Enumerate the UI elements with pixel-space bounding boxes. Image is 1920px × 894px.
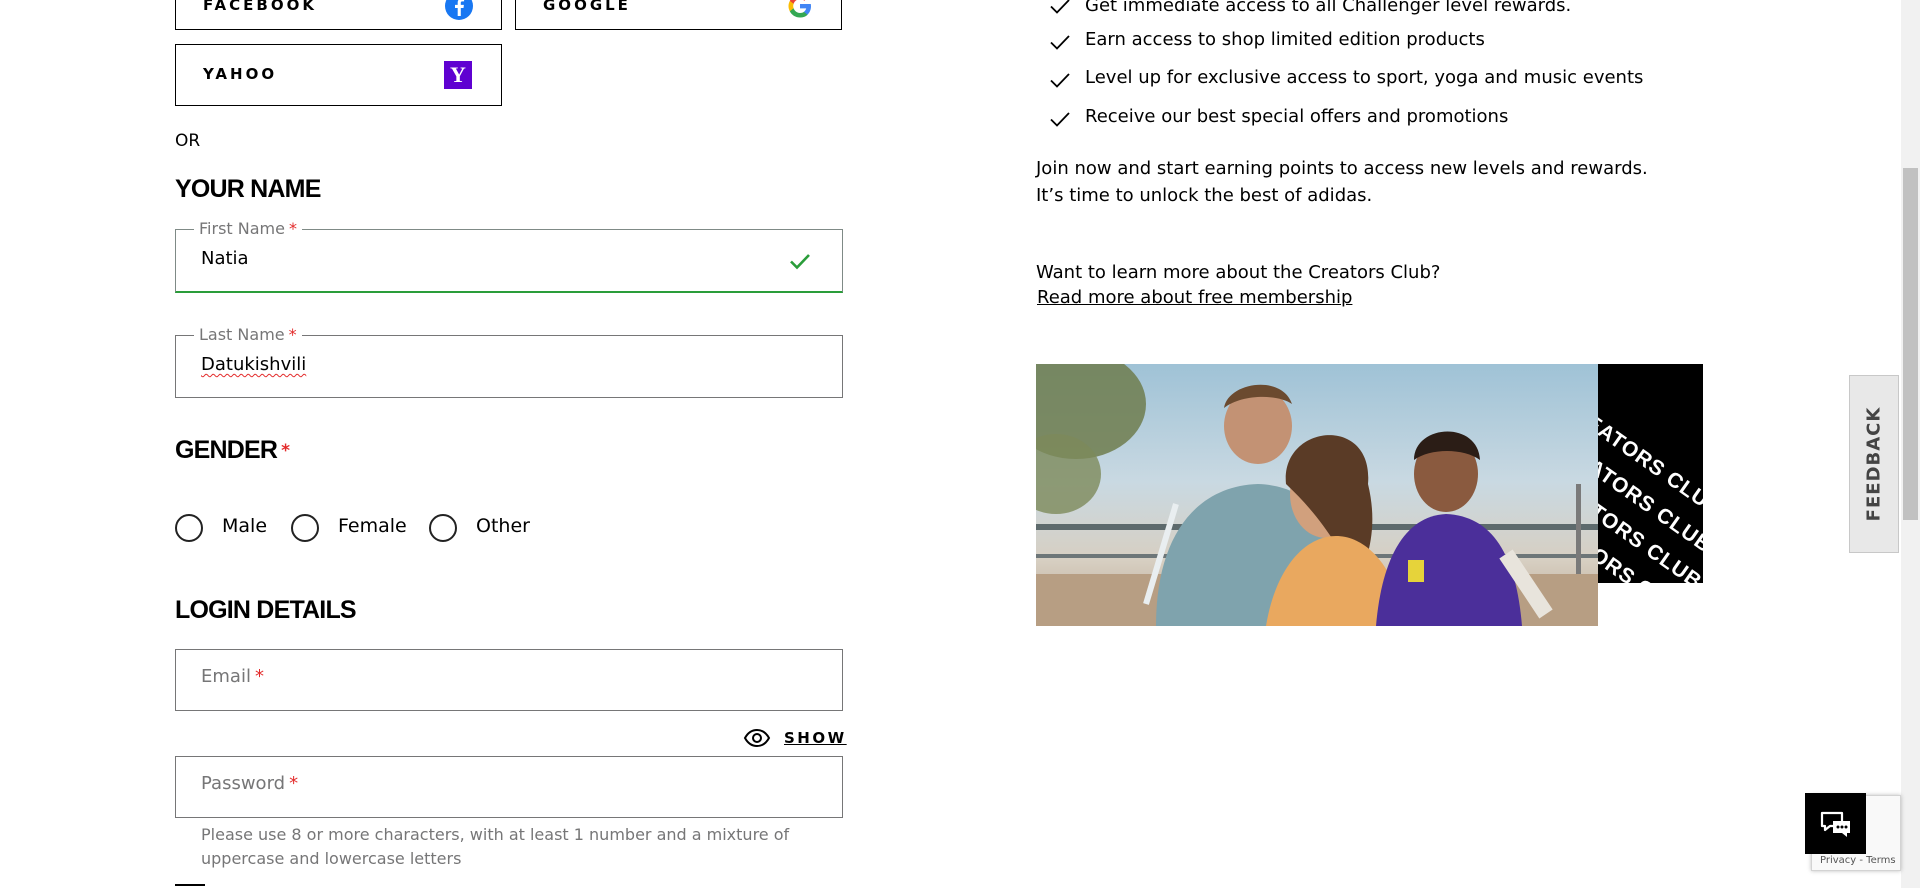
checkbox-partial[interactable]: [175, 884, 205, 894]
benefit-text: Receive our best special offers and prom…: [1085, 106, 1509, 127]
gender-male-label[interactable]: Male: [222, 515, 267, 537]
email-placeholder: Email *: [201, 666, 264, 687]
check-icon: [1050, 35, 1070, 50]
first-name-value: Natia: [201, 248, 249, 269]
or-divider-text: OR: [175, 131, 201, 151]
benefit-text: Level up for exclusive access to sport, …: [1085, 67, 1644, 88]
gender-female-label[interactable]: Female: [338, 515, 407, 537]
last-name-field[interactable]: Last Name * Datukishvili: [175, 324, 843, 398]
facebook-icon: [444, 0, 474, 25]
gender-heading: GENDER *: [175, 436, 290, 464]
read-more-membership-link[interactable]: Read more about free membership: [1037, 287, 1352, 308]
gender-other-label[interactable]: Other: [476, 515, 530, 537]
first-name-label: First Name *: [194, 218, 302, 240]
benefit-text: Earn access to shop limited edition prod…: [1085, 29, 1485, 50]
join-paragraph: Join now and start earning points to acc…: [1036, 158, 1648, 206]
check-icon: [1050, 112, 1070, 127]
login-details-heading: LOGIN DETAILS: [175, 596, 357, 624]
facebook-login-button[interactable]: FACEBOOK: [175, 0, 502, 30]
people-illustration: [1036, 364, 1598, 626]
last-name-value: Datukishvili: [201, 354, 307, 375]
learn-more-text: Want to learn more about the Creators Cl…: [1036, 262, 1441, 283]
chat-icon: [1819, 810, 1853, 842]
creators-club-graphic: CREATORS CLUB CREATORS CLUB CREATORS CLU…: [1598, 364, 1703, 583]
benefit-text: Get immediate access to all Challenger l…: [1085, 0, 1572, 16]
yahoo-icon: Y: [444, 61, 472, 89]
chat-button[interactable]: [1805, 793, 1866, 854]
last-name-label: Last Name *: [194, 324, 302, 346]
eye-icon: [743, 728, 771, 752]
creators-club-photo: [1036, 364, 1598, 626]
first-name-field[interactable]: First Name * Natia: [175, 218, 843, 293]
your-name-heading: YOUR NAME: [175, 175, 321, 203]
facebook-label: FACEBOOK: [203, 0, 317, 14]
email-field[interactable]: Email *: [175, 649, 843, 711]
password-placeholder: Password *: [201, 773, 299, 794]
yahoo-label: YAHOO: [203, 65, 278, 83]
show-password-button[interactable]: SHOW: [743, 728, 844, 752]
google-label: GOOGLE: [543, 0, 631, 14]
check-icon: [1050, 73, 1070, 88]
gender-male-radio[interactable]: [175, 514, 203, 542]
check-icon: [1050, 0, 1070, 14]
required-star: *: [281, 441, 290, 461]
google-login-button[interactable]: GOOGLE: [515, 0, 842, 30]
feedback-label: FEEDBACK: [1863, 406, 1885, 522]
feedback-tab[interactable]: FEEDBACK: [1849, 375, 1899, 553]
recaptcha-terms-link[interactable]: Privacy - Terms: [1820, 855, 1896, 866]
valid-check-icon: [788, 249, 812, 277]
password-field[interactable]: Password *: [175, 756, 843, 818]
scrollbar-track[interactable]: [1901, 0, 1920, 888]
password-hint: Please use 8 or more characters, with at…: [201, 825, 790, 868]
gender-female-radio[interactable]: [291, 514, 319, 542]
gender-other-radio[interactable]: [429, 514, 457, 542]
google-icon: [786, 0, 814, 24]
yahoo-login-button[interactable]: YAHOO Y: [175, 44, 502, 106]
show-label: SHOW: [784, 729, 847, 747]
scrollbar-thumb[interactable]: [1903, 168, 1918, 520]
